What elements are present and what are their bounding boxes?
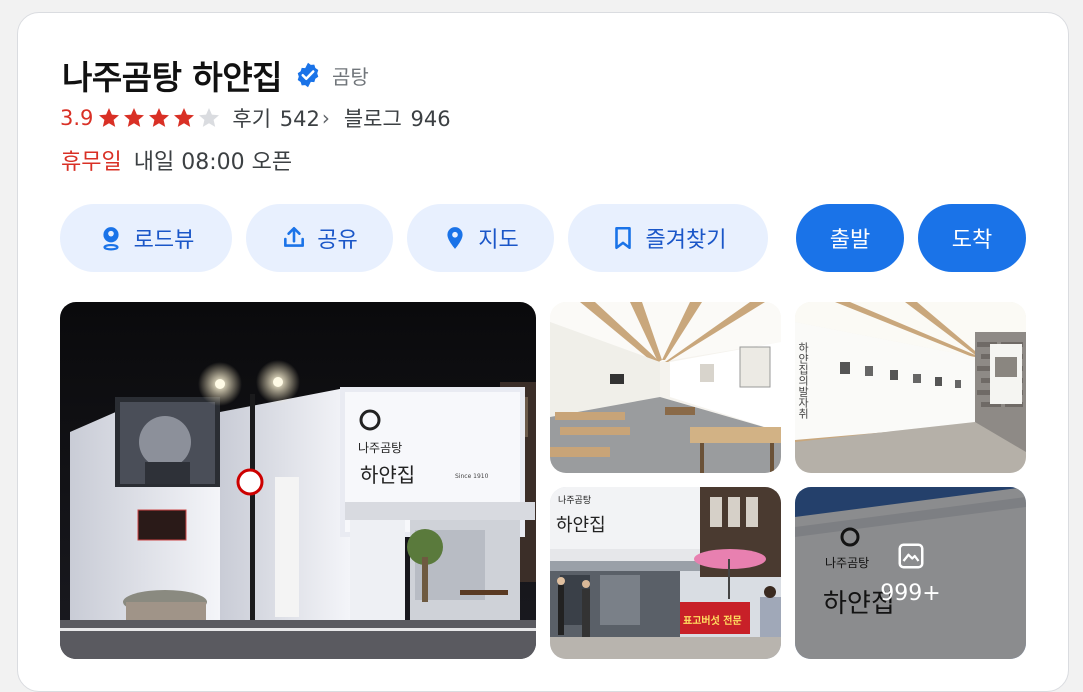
photo-more[interactable]: 나주곰탕 하얀집 999+ (795, 487, 1026, 659)
more-photos-overlay[interactable]: 999+ (795, 487, 1026, 659)
depart-button[interactable]: 출발 (796, 204, 904, 272)
verified-badge-icon (294, 61, 322, 89)
star-filled-icon (99, 108, 120, 127)
bookmark-icon (614, 226, 631, 250)
map-pin-icon (447, 227, 463, 249)
photo-interior-wall[interactable]: 하얀집의발자취 (795, 302, 1026, 473)
reviews-link[interactable]: 후기 542 (232, 103, 319, 133)
share-icon (284, 226, 305, 247)
chevron-right-icon[interactable]: › (322, 106, 330, 130)
roadview-button[interactable]: 로드뷰 (60, 204, 232, 272)
sign-since: Since 1910 (455, 473, 489, 480)
star-filled-icon (124, 108, 145, 127)
storefront-name: 하얀집 (556, 515, 606, 536)
more-photos-count: 999+ (880, 580, 941, 606)
sign-brand: 나주곰탕 (358, 441, 402, 455)
save-button[interactable]: 즐겨찾기 (568, 204, 768, 272)
place-title[interactable]: 나주곰탕 하얀집 (62, 51, 283, 99)
star-filled-icon (174, 108, 195, 127)
share-label: 공유 (317, 228, 358, 253)
banner-text: 표고버섯 전문 (683, 614, 742, 627)
gallery-icon (898, 543, 923, 568)
blog-label: 블로그 (343, 107, 402, 131)
hours-row: 휴무일 내일 08:00 오픈 (61, 144, 292, 176)
photo-exterior-night[interactable]: 나주곰탕 하얀집 Since 1910 (60, 302, 536, 659)
star-filled-icon (149, 108, 170, 127)
star-empty-icon (199, 108, 220, 127)
action-buttons: 로드뷰 공유 지도 즐겨찾기 출발 도착 (60, 204, 1026, 272)
place-card: 나주곰탕 하얀집 곰탕 3.9 후기 542 › 블로그 946 휴무일 내일 … (17, 12, 1069, 692)
wall-heading: 하얀집의발자취 (797, 341, 810, 419)
blog-count: 946 (410, 107, 451, 131)
arrive-button[interactable]: 도착 (918, 204, 1026, 272)
rating-stars (97, 106, 222, 130)
roadview-label: 로드뷰 (133, 228, 195, 253)
arrive-label: 도착 (951, 228, 993, 253)
depart-label: 출발 (829, 228, 871, 253)
status-closed: 휴무일 (61, 150, 122, 175)
reviews-label: 후기 (232, 107, 272, 131)
storefront-brand: 나주곰탕 (558, 495, 591, 506)
title-row: 나주곰탕 하얀집 곰탕 (62, 51, 369, 99)
opening-hours[interactable]: 내일 08:00 오픈 (134, 144, 292, 176)
roadview-icon (103, 227, 119, 251)
photo-interior-dining[interactable] (550, 302, 781, 473)
map-label: 지도 (478, 228, 519, 253)
blog-link[interactable]: 블로그 946 (344, 103, 451, 133)
photo-storefront-day[interactable]: 나주곰탕 하얀집 표고버섯 전문 (550, 487, 781, 659)
save-label: 즐겨찾기 (645, 228, 727, 253)
reviews-count: 542 (279, 107, 320, 131)
map-button[interactable]: 지도 (407, 204, 554, 272)
category-label: 곰탕 (332, 64, 369, 89)
share-button[interactable]: 공유 (246, 204, 393, 272)
sign-name: 하얀집 (360, 463, 415, 487)
rating-score: 3.9 (60, 106, 94, 130)
rating-row: 3.9 후기 542 › 블로그 946 (60, 103, 451, 133)
